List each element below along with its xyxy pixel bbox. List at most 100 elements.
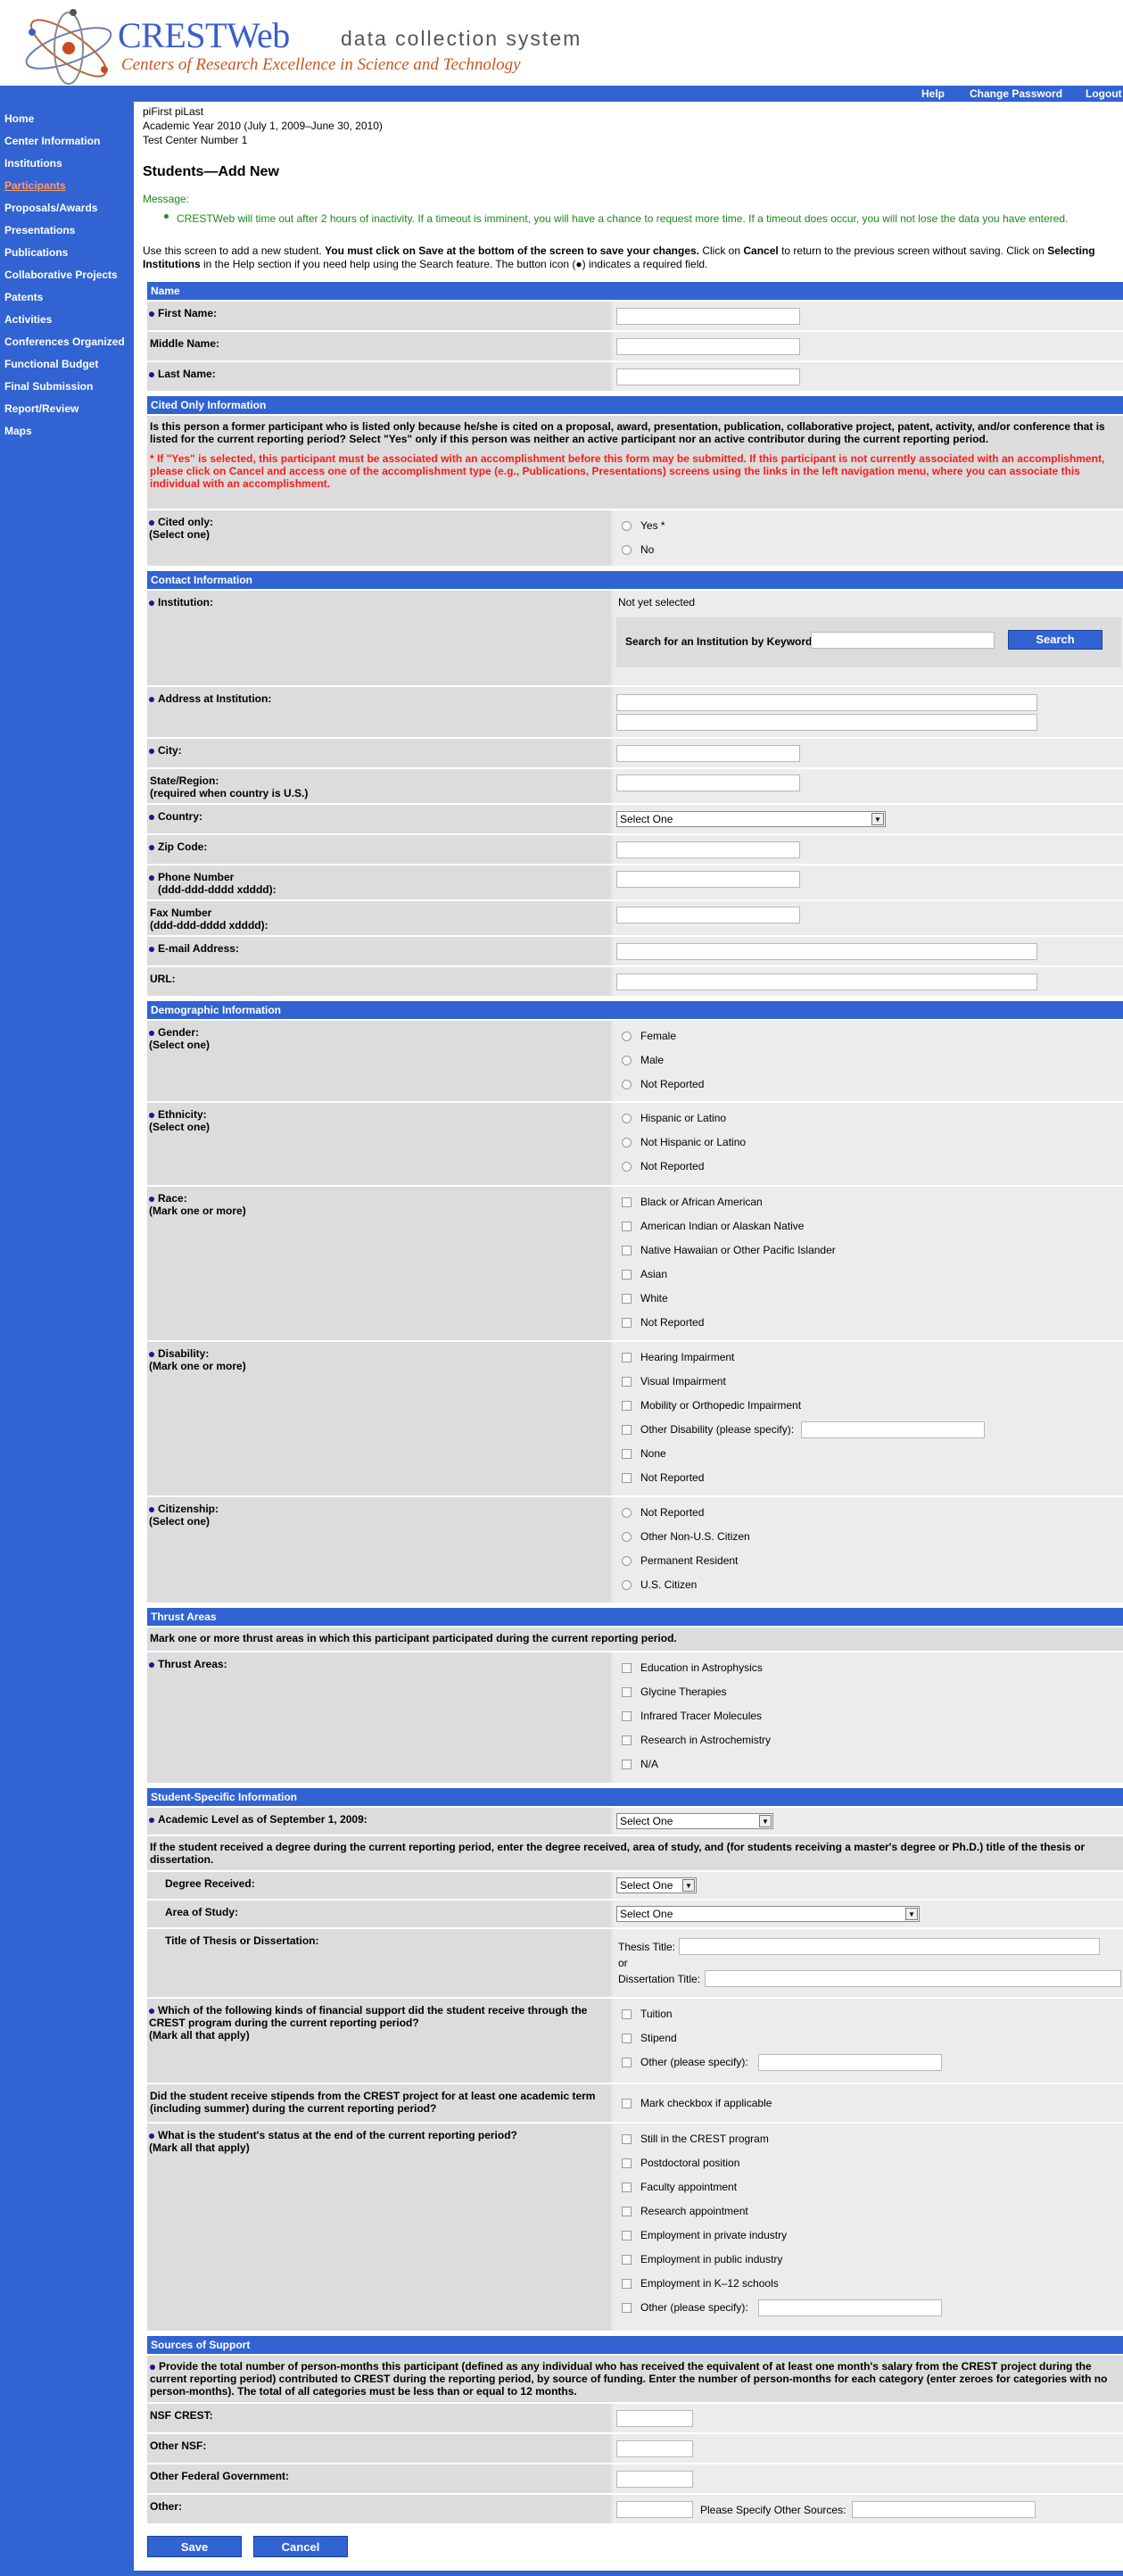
gender-male-radio[interactable]: Male (622, 1054, 664, 1066)
sidebar-item-participants[interactable]: Participants (4, 179, 66, 192)
country-row: Country: Select One ▼ (147, 805, 1123, 833)
help-link[interactable]: Help (921, 87, 945, 100)
required-icon (149, 1661, 154, 1668)
address-line2-input[interactable] (616, 714, 1037, 731)
disability-visual-checkbox[interactable]: Visual Impairment (622, 1375, 726, 1387)
degree-select[interactable]: Select One ▼ (616, 1877, 697, 1893)
save-button[interactable]: Save (147, 2536, 242, 2557)
sidebar-item-home[interactable]: Home (4, 112, 34, 125)
bullet-icon (164, 214, 169, 219)
thrust-infrared-checkbox[interactable]: Infrared Tracer Molecules (622, 1710, 762, 1722)
sidebar-item-functional-budget[interactable]: Functional Budget (4, 358, 98, 370)
zip-input[interactable] (616, 841, 800, 858)
nsf-crest-input[interactable] (616, 2410, 693, 2427)
thrust-astrophysics-checkbox[interactable]: Education in Astrophysics (622, 1661, 763, 1674)
other-source-specify-input[interactable] (852, 2501, 1036, 2518)
sidebar-item-publications[interactable]: Publications (4, 246, 68, 259)
cancel-button[interactable]: Cancel (253, 2536, 348, 2557)
cited-no-radio[interactable]: No (622, 543, 654, 556)
sidebar-item-proposals-awards[interactable]: Proposals/Awards (4, 202, 97, 214)
sidebar-item-patents[interactable]: Patents (4, 291, 43, 303)
sidebar-item-center-information[interactable]: Center Information (4, 135, 100, 147)
city-input[interactable] (616, 745, 800, 762)
sidebar-item-report-review[interactable]: Report/Review (4, 402, 78, 415)
disability-other-checkbox[interactable]: Other Disability (please specify): (622, 1423, 794, 1436)
country-select[interactable]: Select One ▼ (616, 811, 886, 827)
email-input[interactable] (616, 943, 1037, 960)
stipend-checkbox[interactable]: Mark checkbox if applicable (622, 2097, 772, 2109)
status-still-crest-checkbox[interactable]: Still in the CREST program (622, 2133, 769, 2145)
url-input[interactable] (616, 973, 1037, 990)
search-button[interactable]: Search (1008, 630, 1102, 650)
status-private-industry-checkbox[interactable]: Employment in private industry (622, 2229, 787, 2241)
last-name-input[interactable] (616, 369, 800, 385)
sidebar-item-presentations[interactable]: Presentations (4, 224, 75, 236)
institution-search-box: Search for an Institution by Keyword: Se… (616, 617, 1121, 667)
status-other-checkbox[interactable]: Other (please specify): (622, 2301, 748, 2314)
status-public-industry-checkbox[interactable]: Employment in public industry (622, 2253, 782, 2265)
message-label: Message: (143, 193, 190, 205)
citizenship-non-us-radio[interactable]: Other Non-U.S. Citizen (622, 1530, 750, 1543)
other-federal-input[interactable] (616, 2471, 693, 2488)
disability-not-reported-checkbox[interactable]: Not Reported (622, 1471, 704, 1484)
status-other-input[interactable] (758, 2299, 942, 2316)
financial-support-row: Which of the following kinds of financia… (147, 1999, 1123, 2083)
disability-none-checkbox[interactable]: None (622, 1447, 666, 1460)
status-faculty-checkbox[interactable]: Faculty appointment (622, 2181, 737, 2193)
gender-female-radio[interactable]: Female (622, 1030, 676, 1042)
status-research-checkbox[interactable]: Research appointment (622, 2205, 748, 2217)
race-not-reported-checkbox[interactable]: Not Reported (622, 1316, 704, 1329)
financial-other-checkbox[interactable]: Other (please specify): (622, 2056, 748, 2068)
citizenship-us-radio[interactable]: U.S. Citizen (622, 1578, 697, 1591)
disability-other-input[interactable] (801, 1421, 985, 1438)
gender-row: Gender: (Select one) Female Male Not Repo… (147, 1021, 1123, 1101)
first-name-input[interactable] (616, 308, 800, 325)
phone-input[interactable] (616, 871, 800, 888)
fax-input[interactable] (616, 907, 800, 924)
gender-not-reported-radio[interactable]: Not Reported (622, 1078, 704, 1090)
race-asian-checkbox[interactable]: Asian (622, 1268, 667, 1280)
ethnicity-not-hispanic-radio[interactable]: Not Hispanic or Latino (622, 1136, 746, 1148)
thesis-title-input[interactable] (679, 1938, 1100, 1955)
required-icon (149, 1196, 154, 1202)
dissertation-title-input[interactable] (705, 1970, 1121, 1987)
race-american-indian-checkbox[interactable]: American Indian or Alaskan Native (622, 1220, 804, 1232)
academic-level-select[interactable]: Select One ▼ (616, 1813, 773, 1829)
sidebar-item-maps[interactable]: Maps (4, 425, 32, 437)
financial-tuition-checkbox[interactable]: Tuition (622, 2008, 673, 2020)
middle-name-input[interactable] (616, 338, 800, 355)
sidebar-item-activities[interactable]: Activities (4, 313, 52, 326)
ethnicity-not-reported-radio[interactable]: Not Reported (622, 1160, 704, 1172)
race-black-checkbox[interactable]: Black or African American (622, 1196, 763, 1208)
citizenship-not-reported-radio[interactable]: Not Reported (622, 1506, 704, 1519)
sidebar-item-final-submission[interactable]: Final Submission (4, 380, 93, 393)
change-password-link[interactable]: Change Password (970, 87, 1062, 100)
address-line1-input[interactable] (616, 694, 1037, 711)
area-of-study-select[interactable]: Select One ▼ (616, 1906, 920, 1922)
section-cited-header: Cited Only Information (147, 396, 1123, 414)
race-pacific-islander-checkbox[interactable]: Native Hawaiian or Other Pacific Islande… (622, 1244, 836, 1256)
state-input[interactable] (616, 774, 800, 791)
status-postdoc-checkbox[interactable]: Postdoctoral position (622, 2157, 739, 2169)
email-row: E-mail Address: (147, 937, 1123, 965)
disability-hearing-checkbox[interactable]: Hearing Impairment (622, 1351, 734, 1363)
status-k12-checkbox[interactable]: Employment in K–12 schools (622, 2277, 779, 2290)
ethnicity-hispanic-radio[interactable]: Hispanic or Latino (622, 1112, 726, 1124)
thrust-astrochemistry-checkbox[interactable]: Research in Astrochemistry (622, 1734, 771, 1746)
disability-mobility-checkbox[interactable]: Mobility or Orthopedic Impairment (622, 1399, 801, 1412)
financial-other-input[interactable] (758, 2054, 942, 2071)
zip-row: Zip Code: (147, 835, 1123, 864)
thrust-na-checkbox[interactable]: N/A (622, 1758, 658, 1770)
financial-stipend-checkbox[interactable]: Stipend (622, 2032, 677, 2044)
cited-yes-radio[interactable]: Yes * (622, 519, 665, 532)
institution-search-input[interactable] (811, 632, 995, 649)
citizenship-permanent-radio[interactable]: Permanent Resident (622, 1554, 738, 1567)
sidebar-item-collaborative-projects[interactable]: Collaborative Projects (4, 269, 118, 281)
thrust-glycine-checkbox[interactable]: Glycine Therapies (622, 1686, 727, 1698)
other-nsf-input[interactable] (616, 2440, 693, 2457)
other-source-input[interactable] (616, 2501, 693, 2518)
logout-link[interactable]: Logout (1086, 87, 1122, 100)
sidebar-item-conferences-organized[interactable]: Conferences Organized (4, 335, 125, 348)
sidebar-item-institutions[interactable]: Institutions (4, 157, 62, 170)
race-white-checkbox[interactable]: White (622, 1292, 668, 1305)
